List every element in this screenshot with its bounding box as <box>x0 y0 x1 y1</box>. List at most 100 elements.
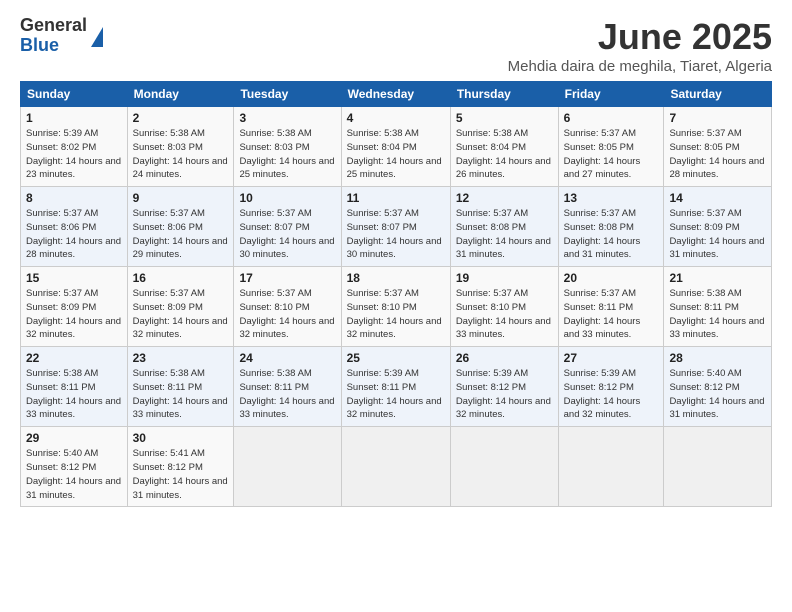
day-info: Sunrise: 5:37 AMSunset: 8:10 PMDaylight:… <box>347 287 445 342</box>
calendar-week-row: 15 Sunrise: 5:37 AMSunset: 8:09 PMDaylig… <box>21 267 772 347</box>
header-thursday: Thursday <box>450 82 558 107</box>
table-row: 7 Sunrise: 5:37 AMSunset: 8:05 PMDayligh… <box>664 107 772 187</box>
day-number: 14 <box>669 191 766 205</box>
day-info: Sunrise: 5:40 AMSunset: 8:12 PMDaylight:… <box>669 367 766 422</box>
calendar-week-row: 8 Sunrise: 5:37 AMSunset: 8:06 PMDayligh… <box>21 187 772 267</box>
table-row: 17 Sunrise: 5:37 AMSunset: 8:10 PMDaylig… <box>234 267 341 347</box>
table-row: 22 Sunrise: 5:38 AMSunset: 8:11 PMDaylig… <box>21 347 128 427</box>
table-row <box>450 427 558 507</box>
day-info: Sunrise: 5:40 AMSunset: 8:12 PMDaylight:… <box>26 447 122 502</box>
logo-blue: Blue <box>20 36 87 56</box>
day-info: Sunrise: 5:37 AMSunset: 8:09 PMDaylight:… <box>26 287 122 342</box>
header-tuesday: Tuesday <box>234 82 341 107</box>
table-row: 14 Sunrise: 5:37 AMSunset: 8:09 PMDaylig… <box>664 187 772 267</box>
header: General Blue June 2025 Mehdia daira de m… <box>20 16 772 75</box>
table-row: 2 Sunrise: 5:38 AMSunset: 8:03 PMDayligh… <box>127 107 234 187</box>
day-number: 1 <box>26 111 122 125</box>
day-number: 10 <box>239 191 335 205</box>
table-row: 1 Sunrise: 5:39 AMSunset: 8:02 PMDayligh… <box>21 107 128 187</box>
logo-triangle-icon <box>91 27 103 47</box>
calendar-header: Sunday Monday Tuesday Wednesday Thursday… <box>21 82 772 107</box>
day-info: Sunrise: 5:38 AMSunset: 8:03 PMDaylight:… <box>133 127 229 182</box>
header-wednesday: Wednesday <box>341 82 450 107</box>
calendar-week-row: 29 Sunrise: 5:40 AMSunset: 8:12 PMDaylig… <box>21 427 772 507</box>
table-row: 20 Sunrise: 5:37 AMSunset: 8:11 PMDaylig… <box>558 267 664 347</box>
table-row: 26 Sunrise: 5:39 AMSunset: 8:12 PMDaylig… <box>450 347 558 427</box>
day-number: 9 <box>133 191 229 205</box>
table-row: 5 Sunrise: 5:38 AMSunset: 8:04 PMDayligh… <box>450 107 558 187</box>
header-monday: Monday <box>127 82 234 107</box>
logo: General Blue <box>20 16 103 56</box>
day-number: 24 <box>239 351 335 365</box>
header-friday: Friday <box>558 82 664 107</box>
table-row <box>234 427 341 507</box>
table-row: 15 Sunrise: 5:37 AMSunset: 8:09 PMDaylig… <box>21 267 128 347</box>
day-info: Sunrise: 5:38 AMSunset: 8:11 PMDaylight:… <box>26 367 122 422</box>
table-row: 9 Sunrise: 5:37 AMSunset: 8:06 PMDayligh… <box>127 187 234 267</box>
table-row: 18 Sunrise: 5:37 AMSunset: 8:10 PMDaylig… <box>341 267 450 347</box>
table-row: 21 Sunrise: 5:38 AMSunset: 8:11 PMDaylig… <box>664 267 772 347</box>
day-info: Sunrise: 5:37 AMSunset: 8:11 PMDaylight:… <box>564 287 659 342</box>
table-row: 11 Sunrise: 5:37 AMSunset: 8:07 PMDaylig… <box>341 187 450 267</box>
table-row: 4 Sunrise: 5:38 AMSunset: 8:04 PMDayligh… <box>341 107 450 187</box>
day-number: 12 <box>456 191 553 205</box>
table-row: 16 Sunrise: 5:37 AMSunset: 8:09 PMDaylig… <box>127 267 234 347</box>
month-title: June 2025 <box>508 16 772 58</box>
table-row <box>558 427 664 507</box>
day-info: Sunrise: 5:37 AMSunset: 8:06 PMDaylight:… <box>26 207 122 262</box>
header-saturday: Saturday <box>664 82 772 107</box>
day-number: 25 <box>347 351 445 365</box>
day-info: Sunrise: 5:39 AMSunset: 8:02 PMDaylight:… <box>26 127 122 182</box>
day-info: Sunrise: 5:39 AMSunset: 8:11 PMDaylight:… <box>347 367 445 422</box>
table-row: 23 Sunrise: 5:38 AMSunset: 8:11 PMDaylig… <box>127 347 234 427</box>
day-number: 23 <box>133 351 229 365</box>
day-info: Sunrise: 5:37 AMSunset: 8:08 PMDaylight:… <box>564 207 659 262</box>
table-row: 3 Sunrise: 5:38 AMSunset: 8:03 PMDayligh… <box>234 107 341 187</box>
day-info: Sunrise: 5:37 AMSunset: 8:05 PMDaylight:… <box>564 127 659 182</box>
day-number: 8 <box>26 191 122 205</box>
logo-general: General <box>20 16 87 36</box>
day-number: 18 <box>347 271 445 285</box>
header-sunday: Sunday <box>21 82 128 107</box>
calendar-week-row: 22 Sunrise: 5:38 AMSunset: 8:11 PMDaylig… <box>21 347 772 427</box>
day-number: 16 <box>133 271 229 285</box>
day-number: 4 <box>347 111 445 125</box>
day-number: 11 <box>347 191 445 205</box>
day-info: Sunrise: 5:37 AMSunset: 8:10 PMDaylight:… <box>239 287 335 342</box>
day-number: 15 <box>26 271 122 285</box>
day-info: Sunrise: 5:37 AMSunset: 8:07 PMDaylight:… <box>239 207 335 262</box>
table-row: 28 Sunrise: 5:40 AMSunset: 8:12 PMDaylig… <box>664 347 772 427</box>
day-info: Sunrise: 5:37 AMSunset: 8:06 PMDaylight:… <box>133 207 229 262</box>
day-info: Sunrise: 5:39 AMSunset: 8:12 PMDaylight:… <box>456 367 553 422</box>
table-row: 6 Sunrise: 5:37 AMSunset: 8:05 PMDayligh… <box>558 107 664 187</box>
table-row: 25 Sunrise: 5:39 AMSunset: 8:11 PMDaylig… <box>341 347 450 427</box>
table-row: 13 Sunrise: 5:37 AMSunset: 8:08 PMDaylig… <box>558 187 664 267</box>
logo-text: General Blue <box>20 16 87 56</box>
day-info: Sunrise: 5:38 AMSunset: 8:04 PMDaylight:… <box>456 127 553 182</box>
day-number: 19 <box>456 271 553 285</box>
day-info: Sunrise: 5:37 AMSunset: 8:05 PMDaylight:… <box>669 127 766 182</box>
table-row: 24 Sunrise: 5:38 AMSunset: 8:11 PMDaylig… <box>234 347 341 427</box>
day-number: 30 <box>133 431 229 445</box>
day-info: Sunrise: 5:37 AMSunset: 8:10 PMDaylight:… <box>456 287 553 342</box>
day-info: Sunrise: 5:37 AMSunset: 8:07 PMDaylight:… <box>347 207 445 262</box>
table-row: 30 Sunrise: 5:41 AMSunset: 8:12 PMDaylig… <box>127 427 234 507</box>
calendar-body: 1 Sunrise: 5:39 AMSunset: 8:02 PMDayligh… <box>21 107 772 507</box>
day-info: Sunrise: 5:38 AMSunset: 8:11 PMDaylight:… <box>133 367 229 422</box>
day-number: 7 <box>669 111 766 125</box>
day-number: 26 <box>456 351 553 365</box>
day-number: 2 <box>133 111 229 125</box>
table-row: 19 Sunrise: 5:37 AMSunset: 8:10 PMDaylig… <box>450 267 558 347</box>
day-number: 6 <box>564 111 659 125</box>
calendar-table: Sunday Monday Tuesday Wednesday Thursday… <box>20 81 772 507</box>
header-row: Sunday Monday Tuesday Wednesday Thursday… <box>21 82 772 107</box>
day-info: Sunrise: 5:38 AMSunset: 8:11 PMDaylight:… <box>669 287 766 342</box>
day-info: Sunrise: 5:38 AMSunset: 8:11 PMDaylight:… <box>239 367 335 422</box>
table-row: 27 Sunrise: 5:39 AMSunset: 8:12 PMDaylig… <box>558 347 664 427</box>
day-number: 17 <box>239 271 335 285</box>
day-info: Sunrise: 5:39 AMSunset: 8:12 PMDaylight:… <box>564 367 659 422</box>
day-number: 28 <box>669 351 766 365</box>
table-row: 8 Sunrise: 5:37 AMSunset: 8:06 PMDayligh… <box>21 187 128 267</box>
day-number: 22 <box>26 351 122 365</box>
table-row: 12 Sunrise: 5:37 AMSunset: 8:08 PMDaylig… <box>450 187 558 267</box>
